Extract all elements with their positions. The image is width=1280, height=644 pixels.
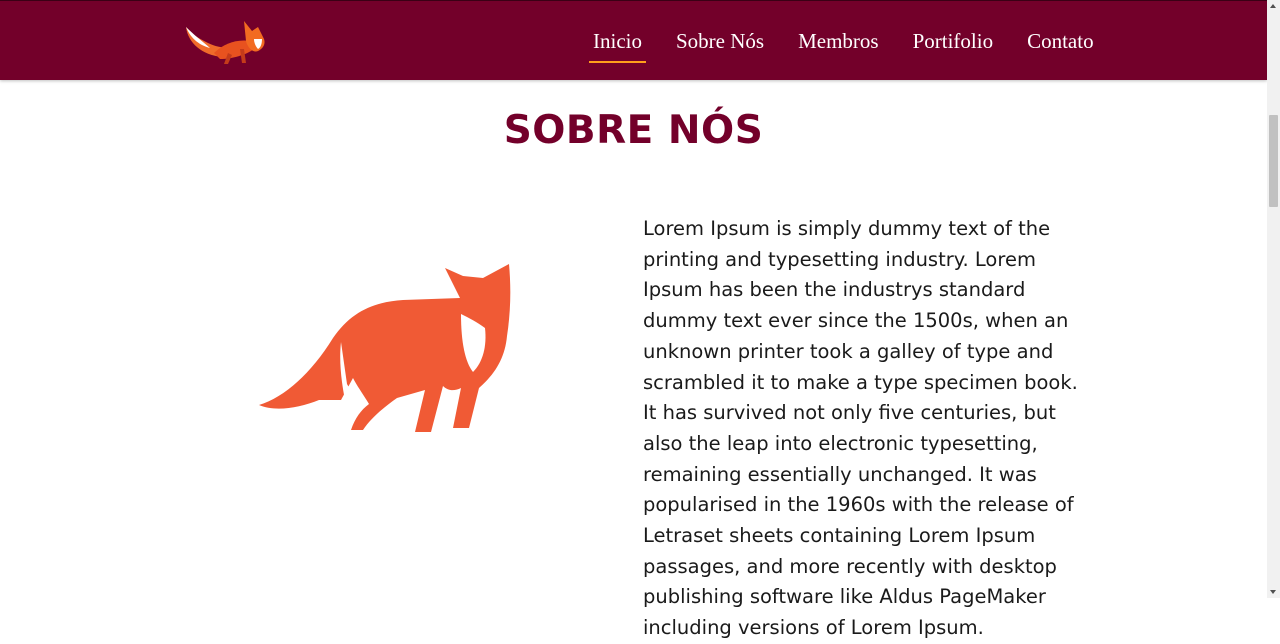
navbar: Inicio Sobre Nós Membros Portifolio Cont… (0, 0, 1267, 80)
scroll-up-arrow-icon[interactable] (1270, 4, 1276, 8)
fox-logo-icon[interactable] (184, 15, 270, 67)
nav-link-membros[interactable]: Membros (795, 30, 882, 52)
nav-link-portifolio[interactable]: Portifolio (910, 30, 997, 52)
nav-link-contato[interactable]: Contato (1024, 30, 1097, 52)
main-nav: Inicio Sobre Nós Membros Portifolio Cont… (589, 1, 1125, 81)
fox-illustration-icon (255, 258, 515, 436)
about-text: Lorem Ipsum is simply dummy text of the … (643, 217, 1078, 640)
scrollbar[interactable] (1267, 0, 1280, 598)
section-title: SOBRE NÓS (503, 108, 764, 153)
scrollbar-thumb[interactable] (1269, 115, 1278, 207)
scroll-down-arrow-icon[interactable] (1270, 590, 1276, 594)
nav-link-sobre-nos[interactable]: Sobre Nós (673, 30, 767, 52)
nav-link-inicio[interactable]: Inicio (589, 30, 646, 63)
